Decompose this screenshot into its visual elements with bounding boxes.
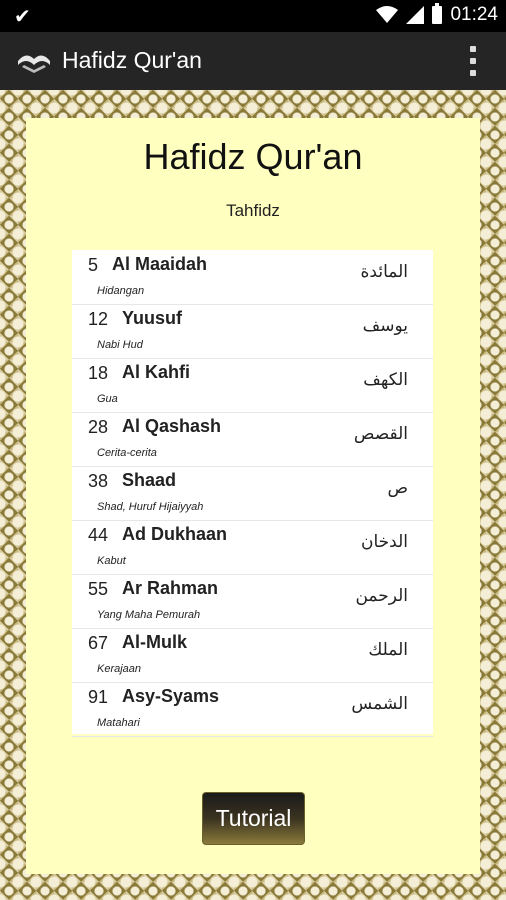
surah-meaning: Cerita-cerita	[97, 447, 157, 459]
surah-name: Al Kahfi	[122, 362, 191, 382]
surah-name: Al-Mulk	[122, 632, 187, 652]
surah-number: 38	[88, 471, 109, 491]
surah-number: 44	[88, 525, 109, 545]
surah-meaning: Matahari	[97, 717, 140, 729]
tutorial-button[interactable]: Tutorial	[202, 792, 305, 845]
surah-item[interactable]: 55 Ar Rahman Yang Maha Pemurah الرحمن	[72, 574, 433, 629]
surah-number: 28	[88, 417, 109, 437]
surah-meaning: Nabi Hud	[97, 339, 143, 351]
surah-item[interactable]: 12 Yuusuf Nabi Hud يوسف	[72, 304, 433, 359]
battery-icon	[432, 3, 443, 24]
surah-arabic: يوسف	[362, 316, 408, 336]
clock: 01:24	[450, 4, 498, 25]
surah-name: Yuusuf	[122, 308, 183, 328]
surah-meaning: Kerajaan	[97, 663, 142, 675]
surah-item[interactable]: 18 Al Kahfi Gua الكهف	[72, 358, 433, 413]
status-bar: ✔ 01:24	[0, 0, 506, 32]
surah-number: 12	[88, 309, 109, 329]
surah-arabic: الملك	[368, 640, 408, 660]
signal-icon	[406, 6, 425, 24]
surah-arabic: القصص	[353, 424, 408, 444]
surah-meaning: Gua	[97, 393, 118, 405]
surah-arabic: الكهف	[363, 370, 408, 390]
page-subtitle: Tahfidz	[226, 201, 280, 220]
surah-number: 67	[88, 633, 109, 653]
wifi-icon	[376, 6, 399, 23]
page-title: Hafidz Qur'an	[143, 136, 363, 177]
surah-arabic: الشمس	[351, 694, 408, 714]
surah-name: Asy-Syams	[122, 686, 220, 706]
surah-item[interactable]: 91 Asy-Syams Matahari الشمس	[72, 682, 433, 737]
surah-name: Al Maaidah	[112, 254, 208, 274]
surah-number: 5	[88, 255, 99, 275]
surah-meaning: Shad, Huruf Hijaiyyah	[97, 501, 204, 513]
app-bar: Hafidz Qur'an	[0, 32, 506, 90]
surah-meaning: Yang Maha Pemurah	[97, 609, 201, 621]
surah-name: Ar Rahman	[122, 578, 219, 598]
surah-list: 5 Al Maaidah Hidangan المائدة 12 Yuusuf …	[72, 250, 433, 737]
quran-logo-icon	[18, 55, 50, 73]
surah-arabic: الرحمن	[355, 586, 408, 606]
status-icons: 01:24	[376, 3, 498, 26]
overflow-menu-icon[interactable]	[470, 46, 476, 76]
surah-item[interactable]: 44 Ad Dukhaan Kabut الدخان	[72, 520, 433, 575]
surah-name: Shaad	[122, 470, 177, 490]
surah-name: Al Qashash	[122, 416, 222, 436]
surah-number: 55	[88, 579, 109, 599]
surah-name: Ad Dukhaan	[122, 524, 228, 544]
surah-arabic: ص	[387, 478, 408, 498]
surah-arabic: الدخان	[361, 532, 408, 552]
surah-item[interactable]: 38 Shaad Shad, Huruf Hijaiyyah ص	[72, 466, 433, 521]
surah-item[interactable]: 5 Al Maaidah Hidangan المائدة	[72, 250, 433, 305]
surah-number: 91	[88, 687, 109, 707]
app-title: Hafidz Qur'an	[62, 47, 202, 73]
surah-item[interactable]: 67 Al-Mulk Kerajaan الملك	[72, 628, 433, 683]
surah-item[interactable]: 28 Al Qashash Cerita-cerita القصص	[72, 412, 433, 467]
surah-number: 18	[88, 363, 109, 383]
surah-meaning: Hidangan	[97, 285, 145, 297]
checkmark-icon: ✔	[14, 4, 31, 28]
surah-meaning: Kabut	[97, 555, 126, 567]
surah-arabic: المائدة	[360, 262, 408, 282]
